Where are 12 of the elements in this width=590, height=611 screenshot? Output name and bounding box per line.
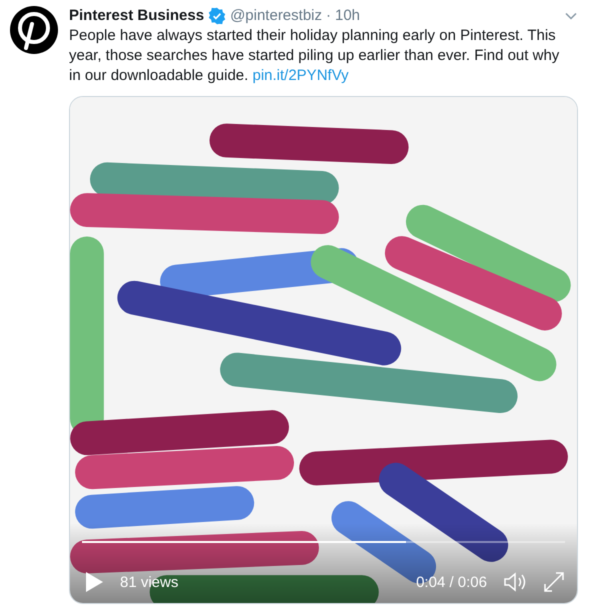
fullscreen-button[interactable] <box>543 571 565 593</box>
tweet-time[interactable]: 10h <box>335 6 360 26</box>
avatar-logo[interactable] <box>10 6 58 54</box>
tweet-link[interactable]: pin.it/2PYNfVy <box>252 67 349 84</box>
tweet-text: People have always started their holiday planning early on Pinterest. This year, those searches have started piling up earlier than ever. Find out why in our downloadable guide. pin.it/2PYNfVy <box>69 26 560 86</box>
author-handle[interactable]: @pinterestbiz <box>230 6 322 26</box>
play-button[interactable] <box>84 571 104 593</box>
video-time: 0:04 / 0:06 <box>416 573 487 593</box>
volume-button[interactable] <box>503 571 527 593</box>
separator: · <box>326 6 331 26</box>
view-count: 81 views <box>120 573 178 593</box>
author-name[interactable]: Pinterest Business <box>69 6 204 26</box>
